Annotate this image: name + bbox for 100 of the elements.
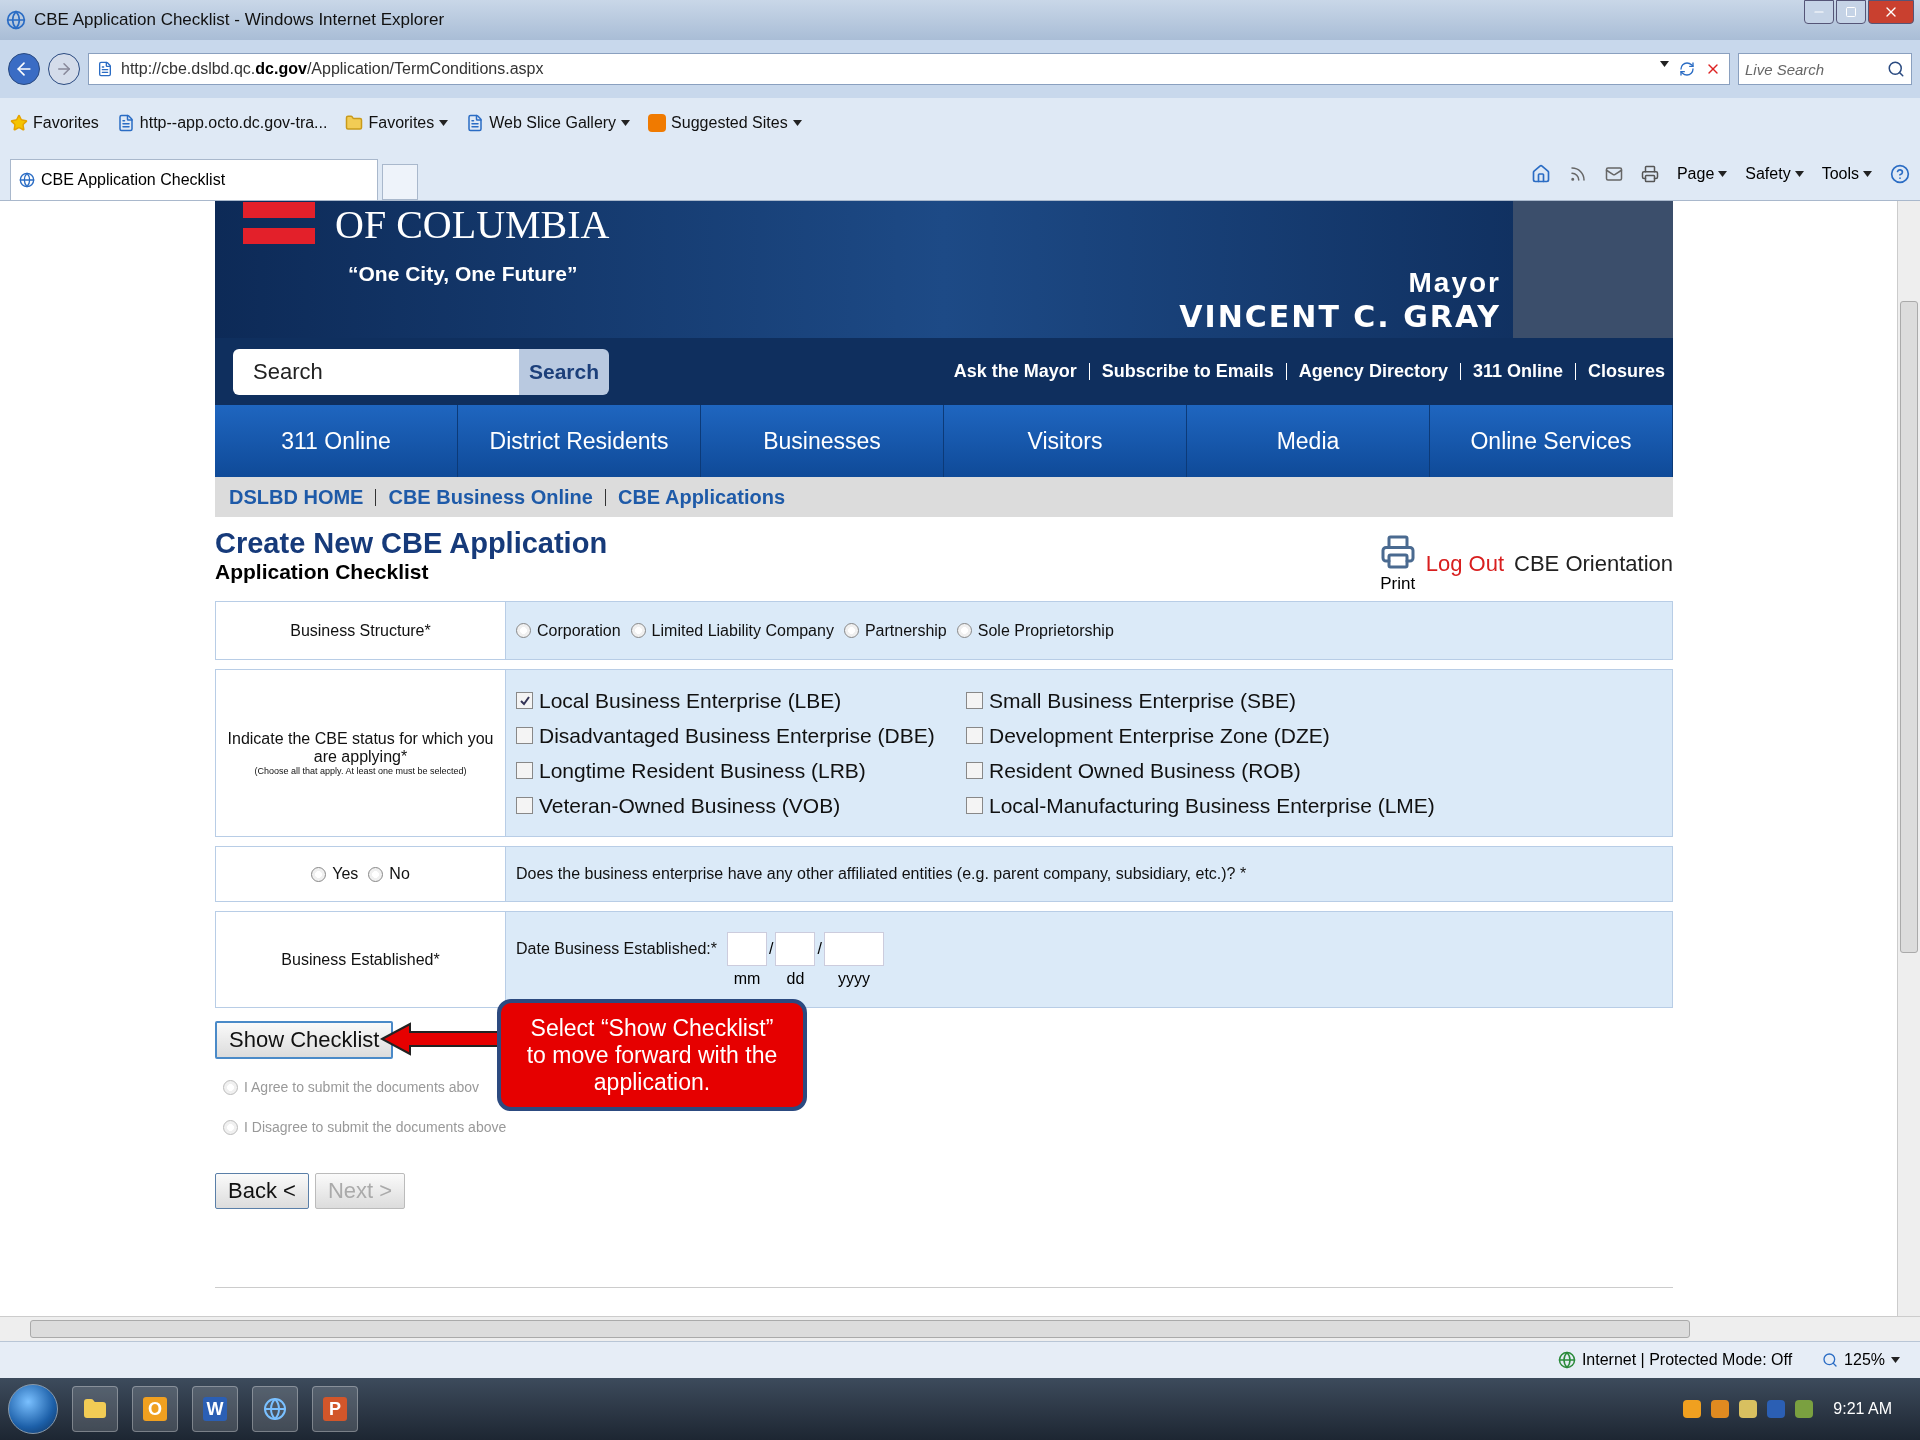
app-letter-icon: W	[203, 1397, 227, 1421]
show-checklist-button[interactable]: Show Checklist	[215, 1021, 394, 1059]
security-zone: Internet | Protected Mode: Off	[1557, 1351, 1793, 1369]
utility-link[interactable]: Subscribe to Emails	[1101, 361, 1274, 382]
vertical-scrollbar[interactable]	[1897, 201, 1920, 1316]
checkbox-option[interactable]: Local Business Enterprise (LBE)	[516, 688, 966, 713]
tray-icon[interactable]	[1711, 1400, 1730, 1418]
utility-link[interactable]: Agency Directory	[1298, 361, 1448, 382]
browser-icon	[19, 172, 35, 188]
nav-button[interactable]: Back <	[215, 1173, 309, 1209]
mail-icon[interactable]	[1604, 165, 1623, 183]
logout-link[interactable]: Log Out	[1425, 551, 1505, 577]
checkbox-option[interactable]: Small Business Enterprise (SBE)	[966, 688, 1435, 713]
page-heading: Create New CBE Application	[215, 527, 608, 560]
browser-icon	[263, 1397, 287, 1421]
horizontal-scrollbar[interactable]	[0, 1316, 1920, 1341]
taskbar-button[interactable]: W	[192, 1386, 238, 1432]
zoom-level[interactable]: 125%	[1822, 1351, 1900, 1369]
date-input[interactable]	[823, 931, 884, 966]
home-icon[interactable]	[1530, 164, 1551, 184]
checkbox-option[interactable]: Development Enterprise Zone (DZE)	[966, 723, 1435, 748]
page-icon	[466, 114, 485, 132]
checkbox-option[interactable]: Local-Manufacturing Business Enterprise (LME)	[966, 793, 1435, 818]
zoom-icon	[1822, 1352, 1839, 1368]
caret-icon	[1863, 171, 1872, 177]
search-icon[interactable]	[1887, 60, 1905, 78]
checkbox-option[interactable]: Disadvantaged Business Enterprise (DBE)	[516, 723, 966, 748]
utility-link[interactable]: 311 Online	[1472, 361, 1563, 382]
tray-icon[interactable]	[1795, 1400, 1814, 1418]
radio-option[interactable]: Corporation	[516, 621, 621, 640]
forward-button[interactable]	[48, 53, 80, 85]
utility-link[interactable]: Closures	[1587, 361, 1665, 382]
print-icon[interactable]	[1640, 165, 1659, 183]
command-menu[interactable]: Tools	[1821, 165, 1872, 183]
checkbox-option[interactable]: Veteran-Owned Business (VOB)	[516, 793, 966, 818]
date-caption: mm	[733, 969, 761, 988]
browser-tab[interactable]: CBE Application Checklist	[10, 159, 378, 200]
clock: 9:21 AM	[1832, 1400, 1893, 1418]
breadcrumb-link[interactable]: DSLBD HOME	[229, 485, 364, 509]
folder-icon	[345, 114, 364, 132]
caret-icon	[439, 120, 449, 126]
caret-icon	[1794, 171, 1804, 177]
feed-icon[interactable]	[1568, 165, 1587, 183]
radio-option[interactable]: Sole Proprietorship	[956, 621, 1114, 640]
taskbar-button[interactable]	[252, 1386, 298, 1432]
date-input[interactable]	[775, 931, 816, 966]
command-menu[interactable]: Page	[1676, 165, 1728, 183]
caret-icon	[621, 120, 631, 126]
radio-option[interactable]: Limited Liability Company	[630, 621, 834, 640]
favorites-bar-item[interactable]: Suggested Sites	[648, 114, 802, 132]
caret-icon	[1891, 1357, 1900, 1363]
radio-option[interactable]: Partnership	[843, 621, 947, 640]
forward-arrow-icon	[55, 60, 73, 78]
caret-icon	[1660, 61, 1669, 67]
field-label: Date Business Established:*	[516, 938, 717, 958]
date-input[interactable]	[727, 931, 767, 966]
maximize-button[interactable]	[1836, 0, 1866, 24]
refresh-icon[interactable]	[1679, 61, 1695, 77]
minimize-button[interactable]	[1804, 0, 1834, 24]
field-label: Business Structure*	[290, 621, 431, 640]
field-note: (Choose all that apply. At least one must be selected)	[254, 766, 467, 776]
date-separator: /	[768, 938, 775, 958]
search-field[interactable]: Live Search	[1738, 53, 1912, 85]
tray-icon[interactable]	[1683, 1400, 1702, 1418]
folder-icon	[83, 1397, 107, 1421]
app-letter-icon: P	[323, 1397, 347, 1421]
taskbar-button[interactable]	[72, 1386, 118, 1432]
back-button[interactable]	[8, 53, 40, 85]
favorites-bar-item[interactable]: Web Slice Gallery	[466, 114, 631, 132]
tray-icon[interactable]	[1739, 1400, 1758, 1418]
mayor-name: VINCENT C. GRAY	[1179, 299, 1501, 334]
breadcrumb-link[interactable]: CBE Applications	[617, 485, 785, 509]
favorites-bar-item[interactable]: http--app.octo.dc.gov-tra...	[116, 114, 328, 132]
printer-icon	[1379, 534, 1416, 570]
print-button[interactable]: Print	[1379, 534, 1416, 594]
utility-link[interactable]: Ask the Mayor	[953, 361, 1077, 382]
date-separator: /	[816, 938, 823, 958]
star-icon	[10, 114, 28, 132]
checkbox-option[interactable]: Longtime Resident Business (LRB)	[516, 758, 966, 783]
close-button[interactable]	[1868, 0, 1914, 24]
favorites-bar-item[interactable]: Favorites	[345, 114, 449, 132]
question-text: Does the business enterprise have any other affiliated entities (e.g. parent company, subsidiary, etc.)? *	[516, 865, 1247, 883]
maximize-icon	[1845, 6, 1857, 18]
date-caption: yyyy	[837, 969, 870, 988]
breadcrumb-link[interactable]: CBE Business Online	[388, 485, 593, 509]
orientation-link[interactable]: CBE Orientation	[1514, 551, 1673, 577]
search-button[interactable]: Search	[519, 348, 610, 395]
sites-icon	[648, 114, 667, 132]
radio-option[interactable]: No	[368, 865, 410, 883]
help-icon[interactable]	[1890, 164, 1910, 184]
favorites-bar-item[interactable]: Favorites	[10, 114, 99, 132]
checkbox-option[interactable]: Resident Owned Business (ROB)	[966, 758, 1435, 783]
command-menu[interactable]: Safety	[1745, 165, 1804, 183]
start-button[interactable]	[8, 1384, 58, 1434]
field-label: Indicate the CBE status for which you are applying*	[226, 730, 495, 766]
site-search-field[interactable]: Search	[233, 348, 519, 395]
address-field[interactable]: http://cbe.dslbd.qc.dc.gov/Application/TermConditions.aspx	[88, 53, 1730, 85]
radio-option[interactable]: Yes	[311, 865, 359, 883]
taskbar-button[interactable]: P	[312, 1386, 358, 1432]
date-caption: dd	[786, 969, 805, 988]
